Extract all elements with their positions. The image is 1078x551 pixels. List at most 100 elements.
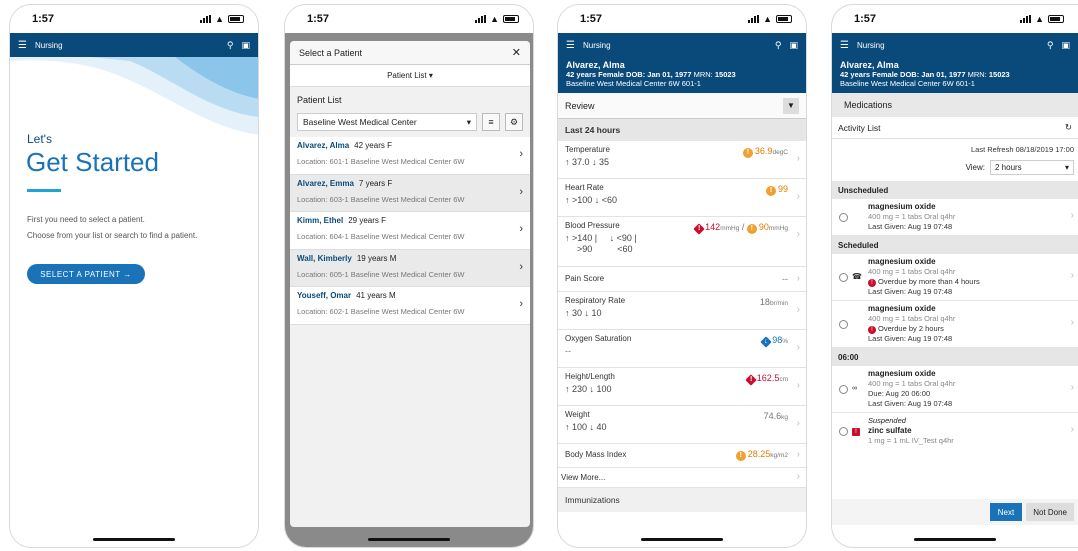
warning-icon: ! — [735, 451, 746, 461]
patient-list-heading: Patient List — [297, 95, 342, 105]
med-item[interactable]: ! Suspended zinc sulfate 1 mg = 1 mL IV_… — [832, 413, 1078, 449]
med-item[interactable]: magnesium oxide 400 mg = 1 tabs Oral q4h… — [832, 199, 1078, 236]
home-indicator — [368, 538, 450, 541]
med-item[interactable]: ☎ magnesium oxide 400 mg = 1 tabs Oral q… — [832, 254, 1078, 301]
patient-row[interactable]: Alvarez, Alma 42 years F Location: 601-1 … — [290, 137, 530, 175]
wifi-icon: ▲ — [215, 14, 224, 24]
hamburger-icon[interactable]: ☰ — [566, 40, 575, 51]
chevron-right-icon: › — [1070, 382, 1074, 393]
med-item[interactable]: ∞ magnesium oxide 400 mg = 1 tabs Oral q… — [832, 366, 1078, 413]
status-time: 1:57 — [854, 13, 877, 25]
home-indicator — [914, 538, 996, 541]
search-icon[interactable]: ⚲ — [1047, 40, 1054, 51]
patient-row[interactable]: Kimm, Ethel 29 years F Location: 604-1 Ba… — [290, 212, 530, 250]
activity-list-bar: Activity List ↻ — [832, 117, 1078, 139]
signal-icon — [748, 15, 760, 23]
critical-icon: ! — [693, 223, 705, 235]
camera-icon[interactable]: ▣ — [241, 40, 250, 51]
vital-heart-rate[interactable]: Heart Rate ↑ >100 ↓ <60 ! 99 › — [558, 179, 806, 217]
select-patient-button[interactable]: SELECT A PATIENT → — [27, 264, 145, 284]
not-done-button[interactable]: Not Done — [1026, 503, 1074, 521]
patient-name: Kimm, Ethel — [297, 216, 344, 226]
vital-height-length[interactable]: Height/Length ↑ 230 ↓ 100 ! 162.5cm › — [558, 368, 806, 406]
patient-location: Location: 605-1 Baseline West Medical Ce… — [297, 269, 465, 279]
nav-title: Nursing — [34, 40, 63, 50]
battery-icon — [776, 15, 792, 23]
chevron-right-icon: › — [1070, 424, 1074, 435]
patient-location: Location: 604-1 Baseline West Medical Ce… — [297, 232, 465, 242]
patient-name: Wall, Kimberly — [297, 253, 352, 263]
battery-icon — [503, 15, 519, 23]
chevron-right-icon: › — [796, 380, 800, 391]
close-icon[interactable]: ✕ — [512, 46, 521, 59]
wifi-icon: ▲ — [763, 14, 772, 24]
link-icon: ∞ — [852, 385, 857, 392]
status-time: 1:57 — [580, 13, 603, 25]
gear-icon[interactable]: ⚙ — [505, 113, 523, 131]
view-range-select[interactable]: 2 hours ▾ — [990, 160, 1074, 175]
camera-icon[interactable]: ▣ — [789, 40, 798, 51]
med-checkbox[interactable] — [839, 320, 848, 329]
chevron-right-icon: › — [519, 185, 523, 198]
activity-list-title: Activity List — [838, 122, 881, 133]
view-more-link[interactable]: View More... › — [558, 468, 806, 488]
med-checkbox[interactable] — [839, 385, 848, 394]
last-refresh: Last Refresh 08/18/2019 17:00 — [971, 145, 1074, 154]
camera-icon[interactable]: ▣ — [1061, 40, 1070, 51]
chevron-right-icon: › — [1070, 270, 1074, 281]
vital-blood-pressure[interactable]: Blood Pressure ↑ >140 | ↓ <90 | >90 <60 … — [558, 217, 806, 267]
patient-location: Location: 603-1 Baseline West Medical Ce… — [297, 194, 465, 204]
section-last-24-hours: Last 24 hours — [558, 119, 806, 141]
lets-label: Let's — [27, 132, 52, 146]
vital-oxygen-saturation[interactable]: Oxygen Saturation -- ↓ 98% › — [558, 330, 806, 368]
phone-screen-medications: 1:57 ▲ ☰ Nursing ⚲ ▣ Alvarez, Alma 42 ye… — [831, 4, 1078, 548]
app-nav-bar: ☰ Nursing ⚲ ▣ — [832, 33, 1078, 57]
patient-list-dropdown[interactable]: Patient List ▾ — [290, 65, 530, 87]
med-checkbox[interactable] — [839, 427, 848, 436]
hamburger-icon[interactable]: ☰ — [18, 40, 27, 51]
next-button[interactable]: Next — [989, 503, 1023, 521]
warning-icon: ! — [765, 186, 776, 196]
patient-location: Baseline West Medical Center 6W 601-1 — [840, 79, 975, 88]
chevron-right-icon: › — [796, 342, 800, 353]
hamburger-icon[interactable]: ☰ — [840, 40, 849, 51]
status-time: 1:57 — [32, 13, 55, 25]
patient-row[interactable]: Alvarez, Emma 7 years F Location: 603-1 B… — [290, 174, 530, 213]
phone-screen-select-patient: 1:57 ▲ Select a Patient ✕ Patient List ▾… — [284, 4, 534, 548]
chevron-right-icon: › — [519, 223, 523, 236]
critical-icon: ! — [745, 374, 757, 386]
home-indicator — [641, 538, 723, 541]
chevron-right-icon: › — [1070, 317, 1074, 328]
patient-demographics: 42 years Female DOB: Jan 01, 1977 MRN: 1… — [566, 70, 736, 79]
sort-icon[interactable]: ≡ — [482, 113, 500, 131]
collapse-icon[interactable]: ▼ — [783, 97, 799, 114]
vital-body-mass-index[interactable]: Body Mass Index ! 28.25kg/m2 › — [558, 444, 806, 468]
patient-name: Youseff, Omar — [297, 291, 352, 301]
vital-respiratory-rate[interactable]: Respiratory Rate ↑ 30 ↓ 10 18br/min › — [558, 292, 806, 330]
nav-title: Nursing — [582, 40, 611, 50]
app-nav-bar: ☰ Nursing ⚲ ▣ — [558, 33, 806, 57]
status-time: 1:57 — [307, 13, 330, 25]
low-value-icon: ↓ — [760, 336, 772, 348]
refresh-icon[interactable]: ↻ — [1065, 122, 1072, 133]
vital-temperature[interactable]: Temperature ↑ 37.0 ↓ 35 ! 36.9degC › — [558, 141, 806, 179]
med-checkbox[interactable] — [839, 213, 848, 222]
section-immunizations[interactable]: Immunizations — [558, 488, 806, 512]
review-title: Review — [565, 100, 595, 111]
patient-row[interactable]: Wall, Kimberly 19 years M Location: 605-1… — [290, 249, 530, 288]
search-icon[interactable]: ⚲ — [227, 40, 234, 51]
med-checkbox[interactable] — [839, 273, 848, 282]
patient-location: Baseline West Medical Center 6W 601-1 — [566, 79, 701, 88]
wifi-icon: ▲ — [490, 14, 499, 24]
med-item[interactable]: magnesium oxide 400 mg = 1 tabs Oral q4h… — [832, 301, 1078, 348]
location-filter-select[interactable]: Baseline West Medical Center ▾ — [297, 113, 477, 131]
patient-location: Location: 602-1 Baseline West Medical Ce… — [297, 307, 465, 317]
wifi-icon: ▲ — [1035, 14, 1044, 24]
chevron-right-icon: › — [796, 418, 800, 429]
chevron-right-icon: › — [796, 304, 800, 315]
search-icon[interactable]: ⚲ — [775, 40, 782, 51]
vital-pain-score[interactable]: Pain Score -- › — [558, 267, 806, 292]
signal-icon — [200, 15, 212, 23]
patient-row[interactable]: Youseff, Omar 41 years M Location: 602-1 … — [290, 287, 530, 325]
vital-weight[interactable]: Weight ↑ 100 ↓ 40 74.6kg › — [558, 406, 806, 444]
